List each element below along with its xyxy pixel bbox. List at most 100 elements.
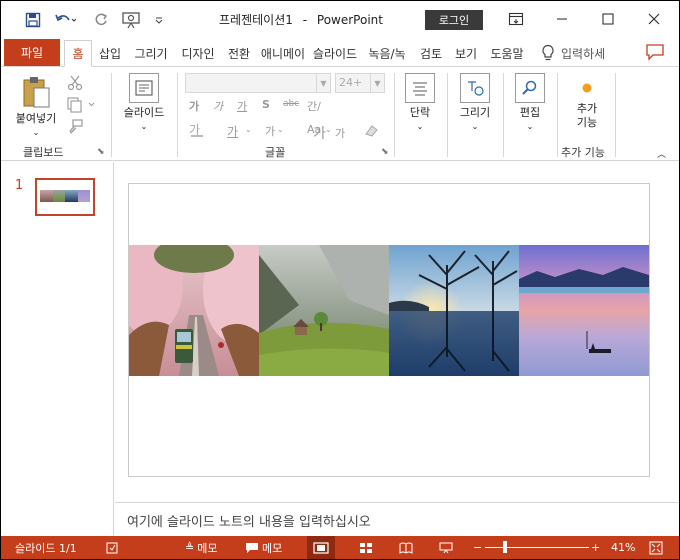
tell-me-text: 입력하세 [561, 46, 606, 61]
tab-transitions[interactable]: 전환 [223, 40, 255, 67]
zoom-in-button[interactable]: + [591, 536, 600, 559]
tab-design[interactable]: 디자인 [176, 40, 220, 67]
eraser-icon[interactable]: 가 [189, 122, 209, 138]
maximize-button[interactable] [595, 7, 621, 31]
tab-help[interactable]: 도움말 [485, 40, 529, 67]
redo-icon[interactable] [89, 9, 113, 31]
green-valley-image[interactable] [259, 245, 389, 376]
slide-sorter-button[interactable] [359, 536, 373, 559]
sunset-lake-image[interactable] [519, 245, 649, 376]
cut-icon[interactable] [67, 75, 87, 93]
tab-record[interactable]: 녹음/녹 [362, 40, 412, 67]
chevron-down-icon: ⌄ [277, 125, 284, 134]
slideshow-icon[interactable] [119, 9, 143, 31]
addins-button[interactable]: 추가 기능 [563, 77, 611, 130]
separator [557, 73, 558, 157]
addins-label-line1: 추가 [576, 102, 598, 115]
save-icon[interactable] [21, 9, 45, 31]
window-title: 프레젠테이션1 - PowerPoint [219, 11, 383, 28]
character-spacing-button[interactable]: 간/ [307, 98, 321, 114]
tab-review[interactable]: 검토 [415, 40, 447, 67]
comments-icon[interactable] [645, 43, 665, 61]
slide-canvas[interactable] [128, 183, 650, 477]
slide-thumbnail-pane: 1 [1, 162, 114, 536]
zoom-level[interactable]: 41% [611, 536, 635, 559]
editing-button[interactable]: 편집 ⌄ [509, 73, 551, 134]
title-separator: - [302, 13, 308, 27]
copy-icon[interactable] [67, 97, 99, 115]
tab-view[interactable]: 보기 [450, 40, 482, 67]
undo-icon[interactable] [51, 9, 79, 31]
font-name-combo[interactable]: ▼ [185, 73, 331, 93]
zoom-out-button[interactable]: − [473, 536, 482, 559]
paragraph-button[interactable]: 단락 ⌄ [399, 73, 441, 134]
separator [615, 73, 616, 157]
presenter-icon [439, 542, 453, 553]
paste-label: 붙여넣기 [15, 112, 57, 125]
grid-icon [360, 542, 372, 553]
chevron-down-icon: ⌄ [32, 128, 40, 137]
separator [447, 73, 448, 157]
notes-pane[interactable]: 여기에 슬라이드 노트의 내용을 입력하십시오 [115, 502, 679, 536]
addins-label-line2: 기능 [576, 116, 598, 129]
customize-icon[interactable] [151, 9, 167, 31]
collapse-ribbon-icon[interactable]: ︿ [657, 147, 666, 160]
addins-icon [582, 83, 592, 93]
zoom-slider[interactable] [485, 547, 589, 548]
underline-button[interactable]: 가 [237, 98, 247, 114]
new-slide-button[interactable]: 슬라이드 ⌄ [117, 73, 171, 134]
zoom-slider-thumb[interactable] [503, 541, 507, 553]
new-slide-icon [129, 73, 159, 103]
svg-text:가: 가 [189, 123, 200, 137]
tab-file[interactable]: 파일 [4, 39, 60, 66]
slide-thumbnail[interactable] [35, 178, 95, 216]
ribbon: 붙여넣기 ⌄ 클립보드 ⬊ 슬라이드 ⌄ ▼ 24+ ▼ 가 가 가 S abc… [1, 67, 679, 161]
font-color-button[interactable]: 가 [227, 123, 238, 140]
cherry-blossom-road-image[interactable] [129, 245, 259, 376]
strikethrough-button[interactable]: abc [283, 99, 299, 109]
decrease-font-size-button[interactable]: 가 [335, 125, 345, 141]
tab-draw[interactable]: 그리기 [129, 40, 173, 67]
drawing-button[interactable]: 그리기 ⌄ [453, 73, 497, 134]
increase-font-size-button[interactable]: 가 [313, 123, 326, 143]
shadow-button[interactable]: S [262, 98, 270, 111]
comments-toggle[interactable]: 메모 [245, 536, 282, 559]
separator [177, 73, 178, 157]
tell-me-box[interactable]: 입력하세 [541, 42, 605, 64]
tab-slideshow[interactable]: 슬라이드 [310, 40, 360, 67]
slideshow-button[interactable] [439, 536, 453, 559]
close-button[interactable] [641, 7, 667, 31]
paste-button[interactable]: 붙여넣기 ⌄ [11, 75, 61, 140]
addins-group-label: 추가 기능 [561, 146, 605, 159]
powerpoint-window: 프레젠테이션1 - PowerPoint 로그인 파일 홈 삽입 그리기 디자인… [0, 0, 680, 560]
dialog-launcher-icon[interactable]: ⬊ [381, 147, 389, 157]
fit-to-window-button[interactable] [649, 536, 663, 559]
font-size-combo[interactable]: 24+ ▼ [335, 73, 385, 93]
tab-home[interactable]: 홈 [64, 40, 92, 67]
shapes-icon [460, 73, 490, 103]
tab-insert[interactable]: 삽입 [94, 40, 126, 67]
slide-editor [115, 162, 679, 502]
normal-view-button[interactable] [307, 536, 335, 559]
italic-button[interactable]: 가 [213, 98, 223, 114]
lake-trees-image[interactable] [389, 245, 519, 376]
notes-toggle[interactable]: ≜ 메모 [185, 536, 217, 559]
dialog-launcher-icon[interactable]: ⬊ [97, 147, 105, 157]
separator [111, 73, 112, 157]
thumbnail-images [40, 190, 90, 202]
new-slide-label: 슬라이드 [123, 106, 165, 119]
minimize-button[interactable] [549, 7, 575, 31]
tab-animations[interactable]: 애니메이 [258, 40, 308, 67]
app-name: PowerPoint [316, 13, 383, 27]
ribbon-display-options-icon[interactable] [503, 7, 529, 31]
reading-view-button[interactable] [399, 536, 413, 559]
clear-formatting-icon[interactable] [363, 122, 383, 138]
accessibility-icon[interactable] [105, 536, 119, 559]
separator [503, 73, 504, 157]
drawing-label: 그리기 [459, 106, 491, 119]
font-effects-button[interactable]: 가 [265, 123, 275, 139]
format-painter-icon[interactable] [67, 119, 87, 137]
slide-counter: 슬라이드 1/1 [15, 541, 77, 555]
login-button[interactable]: 로그인 [425, 10, 483, 30]
bold-button[interactable]: 가 [189, 98, 199, 114]
